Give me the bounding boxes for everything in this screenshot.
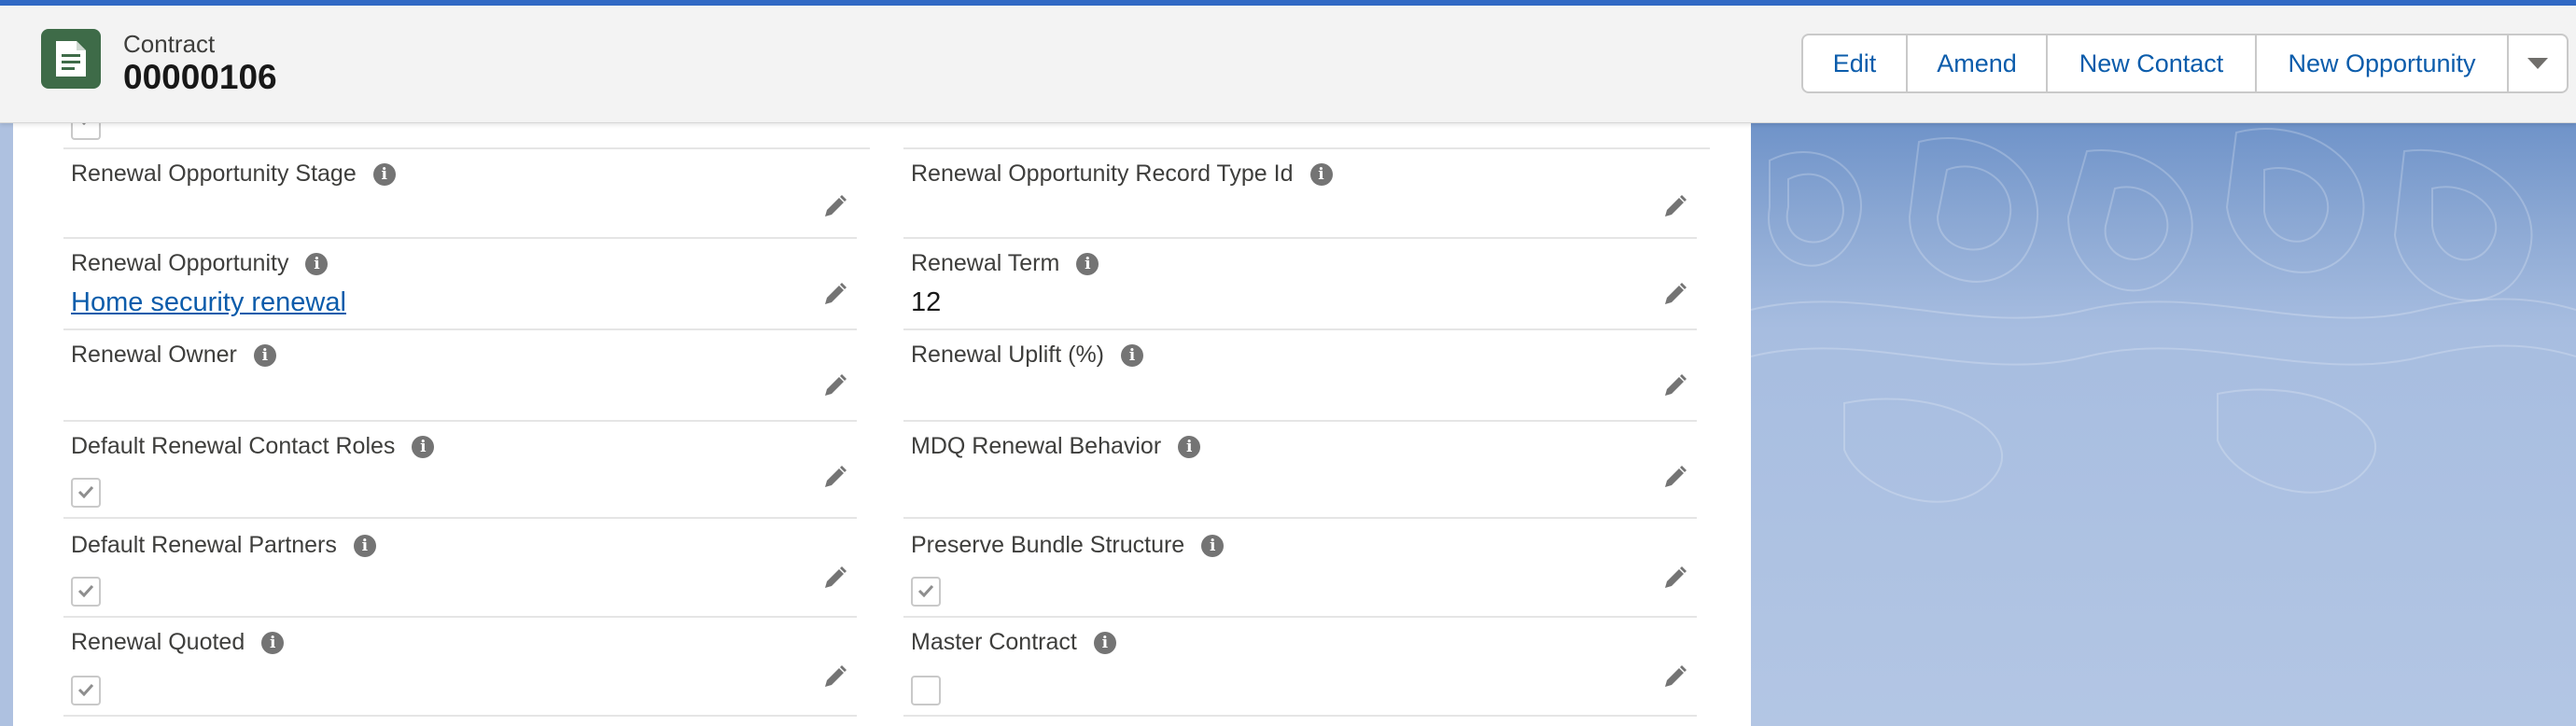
info-icon[interactable]: i — [1093, 631, 1116, 654]
field-label: Default Renewal Partners — [71, 532, 337, 558]
field-renewal-term: Renewal Term i 12 — [903, 239, 1697, 330]
info-icon[interactable]: i — [1309, 162, 1333, 186]
field-label: Renewal Owner — [71, 342, 237, 368]
field-label: Renewal Uplift (%) — [911, 342, 1105, 368]
pencil-edit-icon[interactable] — [1661, 194, 1687, 220]
checkbox-checked — [71, 577, 101, 607]
field-renewal-owner: Renewal Owner i — [63, 330, 857, 422]
field-renewal-opportunity: Renewal Opportunity i Home security renew… — [63, 239, 857, 330]
field-renewal-quoted: Renewal Quoted i — [63, 618, 857, 717]
background-gutter — [0, 123, 13, 726]
info-icon[interactable]: i — [412, 435, 435, 458]
info-icon[interactable]: i — [1076, 252, 1099, 275]
field-renewal-opportunity-record-type-id: Renewal Opportunity Record Type Id i — [903, 151, 1697, 239]
field-label: Master Contract — [911, 629, 1077, 655]
field-renewal-uplift: Renewal Uplift (%) i — [903, 330, 1697, 422]
pencil-edit-icon[interactable] — [821, 194, 847, 220]
pencil-edit-icon[interactable] — [821, 282, 847, 308]
new-opportunity-button[interactable]: New Opportunity — [2255, 34, 2509, 93]
info-icon[interactable]: i — [1178, 435, 1201, 458]
chevron-down-icon — [2527, 58, 2548, 69]
pencil-edit-icon[interactable] — [821, 373, 847, 399]
field-label: Preserve Bundle Structure — [911, 532, 1185, 558]
info-icon[interactable]: i — [1121, 343, 1144, 367]
object-type-label: Contract — [123, 30, 216, 58]
contract-document-icon — [41, 29, 101, 89]
checkbox-unchecked — [911, 676, 941, 705]
field-label: Default Renewal Contact Roles — [71, 433, 396, 459]
pencil-edit-icon[interactable] — [1661, 465, 1687, 491]
field-master-contract: Master Contract i — [903, 618, 1697, 717]
field-label: Renewal Term — [911, 250, 1060, 276]
info-icon[interactable]: i — [253, 343, 276, 367]
field-default-renewal-partners: Default Renewal Partners i — [63, 519, 857, 618]
record-header: Contract 00000106 Edit Amend New Contact… — [0, 6, 2576, 123]
field-label: Renewal Opportunity Stage — [71, 161, 357, 187]
pencil-edit-icon[interactable] — [821, 565, 847, 592]
field-default-renewal-contact-roles: Default Renewal Contact Roles i — [63, 422, 857, 519]
new-contact-button[interactable]: New Contact — [2046, 34, 2257, 93]
renewal-opportunity-link[interactable]: Home security renewal — [71, 287, 346, 318]
field-preserve-bundle-structure: Preserve Bundle Structure i — [903, 519, 1697, 618]
amend-button[interactable]: Amend — [1906, 34, 2048, 93]
more-actions-button[interactable] — [2507, 34, 2569, 93]
pencil-edit-icon[interactable] — [1661, 373, 1687, 399]
pencil-edit-icon[interactable] — [1661, 664, 1687, 691]
field-renewal-opportunity-stage: Renewal Opportunity Stage i — [63, 151, 857, 239]
pencil-edit-icon[interactable] — [1661, 282, 1687, 308]
field-row-prev-right — [903, 123, 1710, 149]
background-topography — [1751, 123, 2576, 726]
info-icon[interactable]: i — [305, 252, 329, 275]
pencil-edit-icon[interactable] — [821, 664, 847, 691]
renewal-term-value: 12 — [911, 287, 942, 317]
field-label: Renewal Opportunity — [71, 250, 289, 276]
info-icon[interactable]: i — [261, 631, 285, 654]
info-icon[interactable]: i — [372, 162, 396, 186]
edit-button[interactable]: Edit — [1801, 34, 1908, 93]
field-label: Renewal Quoted — [71, 629, 245, 655]
record-title: 00000106 — [123, 58, 277, 96]
info-icon[interactable]: i — [1201, 534, 1225, 557]
info-icon[interactable]: i — [353, 534, 376, 557]
pencil-edit-icon[interactable] — [1661, 565, 1687, 592]
checkbox-checked — [71, 676, 101, 705]
checkbox-checked — [911, 577, 941, 607]
field-label: MDQ Renewal Behavior — [911, 433, 1162, 459]
checkbox-checked — [71, 478, 101, 508]
action-button-group: Edit Amend New Contact New Opportunity — [1801, 34, 2569, 93]
field-label: Renewal Opportunity Record Type Id — [911, 161, 1294, 187]
field-row-prev-left — [63, 112, 870, 149]
field-mdq-renewal-behavior: MDQ Renewal Behavior i — [903, 422, 1697, 519]
pencil-edit-icon[interactable] — [821, 465, 847, 491]
